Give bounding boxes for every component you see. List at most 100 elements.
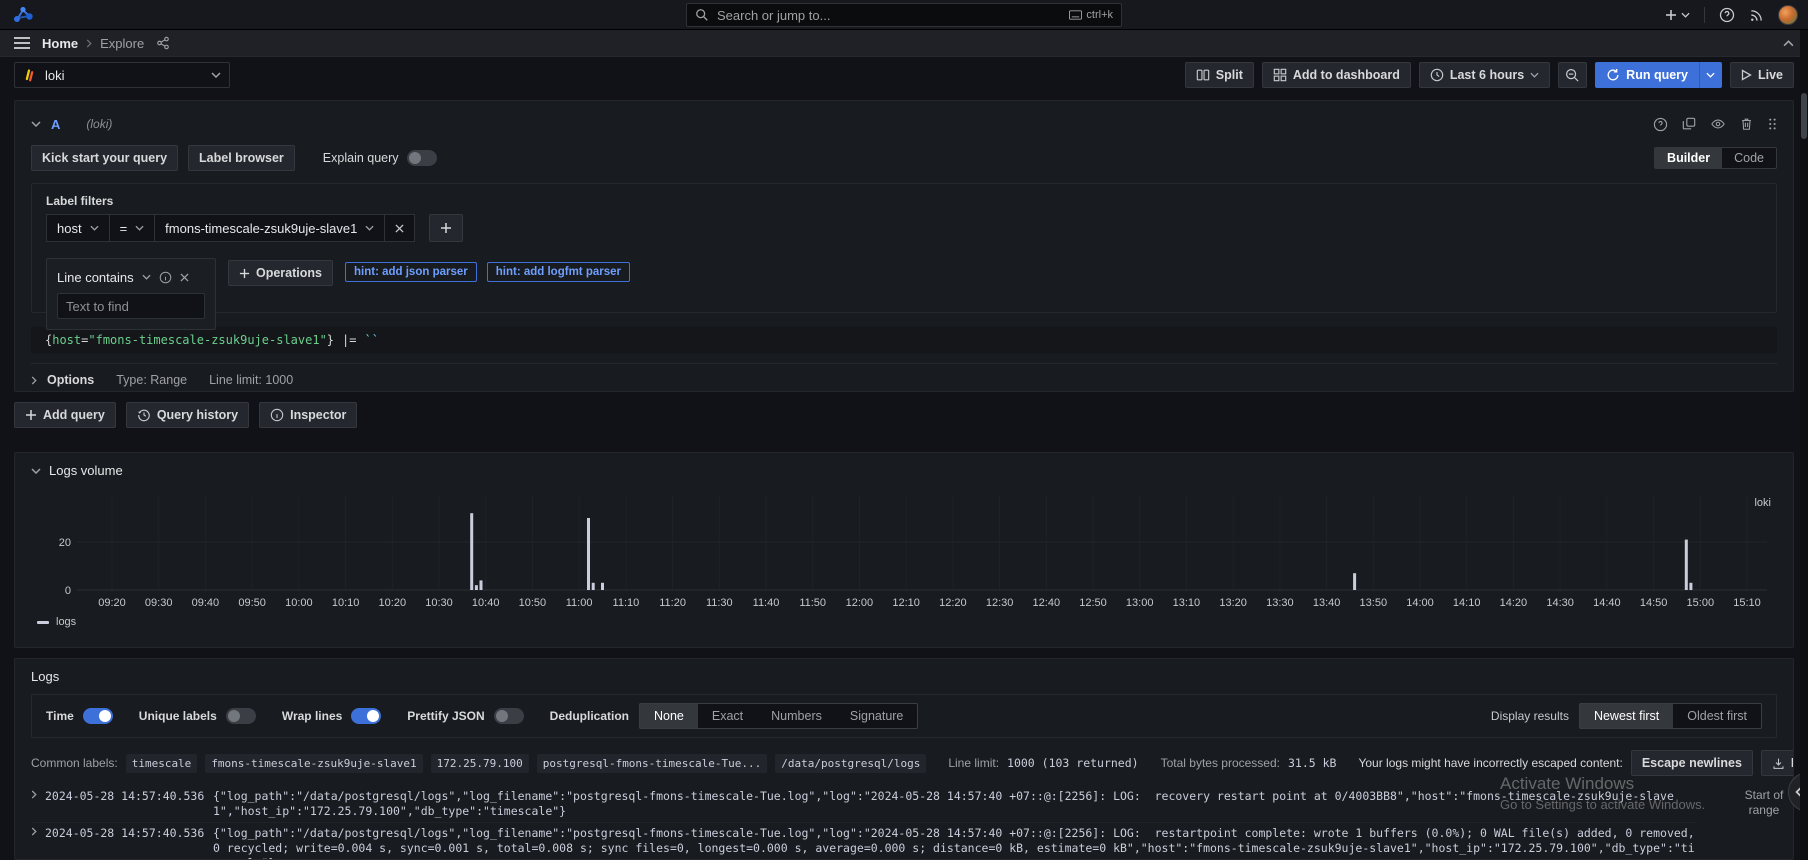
query-help-icon[interactable] (1653, 117, 1668, 132)
escape-newlines-button[interactable]: Escape newlines (1631, 750, 1753, 776)
toggle-switch[interactable] (351, 708, 381, 724)
search-shortcut: ctrl+k (1069, 9, 1113, 21)
bytes-label: Total bytes processed: (1161, 756, 1280, 770)
datasource-picker[interactable]: loki (14, 62, 230, 88)
query-hint-button[interactable]: hint: add json parser (345, 262, 477, 282)
mode-code-tab[interactable]: Code (1722, 148, 1776, 168)
operation-text-input[interactable] (57, 293, 205, 319)
operation-name[interactable]: Line contains (57, 270, 134, 285)
toggle-switch[interactable] (226, 708, 256, 724)
common-label-chip[interactable]: fmons-timescale-zsuk9uje-slave1 (205, 754, 422, 773)
new-menu-button[interactable] (1664, 8, 1690, 22)
query-history-button[interactable]: Query history (126, 402, 249, 428)
common-label-chip[interactable]: /data/postgresql/logs (775, 754, 926, 773)
legend-series-label[interactable]: logs (56, 616, 76, 628)
logs-volume-chart[interactable]: 20009:2009:3009:4009:5010:0010:1010:2010… (31, 484, 1777, 614)
breadcrumb-home[interactable]: Home (42, 36, 78, 51)
add-to-dashboard-button[interactable]: Add to dashboard (1262, 62, 1411, 88)
log-row[interactable]: 2024-05-28 14:57:40.536 {"log_path":"/da… (31, 786, 1697, 822)
help-icon[interactable] (1719, 7, 1735, 23)
add-filter-button[interactable] (429, 214, 463, 242)
remove-operation-icon[interactable] (180, 273, 189, 282)
common-label-chip[interactable]: 172.25.79.100 (431, 754, 529, 773)
explain-query-toggle[interactable] (407, 150, 437, 166)
run-query-button[interactable]: Run query (1595, 62, 1699, 88)
dedup-option[interactable]: Signature (836, 704, 918, 728)
explain-query-label: Explain query (323, 151, 399, 165)
run-query-caret[interactable] (1699, 62, 1722, 88)
loki-logo-icon (23, 68, 37, 83)
user-avatar[interactable] (1778, 5, 1798, 25)
filter-value-select[interactable]: fmons-timescale-zsuk9uje-slave1 (155, 214, 385, 242)
svg-text:12:10: 12:10 (892, 597, 920, 609)
display-option[interactable]: Newest first (1580, 704, 1673, 728)
log-row[interactable]: 2024-05-28 14:57:40.536 {"log_path":"/da… (31, 822, 1697, 860)
svg-text:14:50: 14:50 (1640, 597, 1668, 609)
breadcrumb-bar: Home Explore (0, 30, 1808, 57)
deduplication-label: Deduplication (550, 709, 629, 723)
chevron-up-icon[interactable] (1783, 40, 1794, 47)
duplicate-query-icon[interactable] (1682, 117, 1696, 131)
operations-row: Line contains (46, 258, 1762, 330)
expand-row-chevron-icon[interactable] (31, 790, 37, 799)
inspector-button[interactable]: Inspector (259, 402, 357, 428)
filter-key-select[interactable]: host (46, 214, 110, 242)
search-input[interactable]: Search or jump to... ctrl+k (686, 3, 1122, 27)
page-scrollbar[interactable] (1800, 30, 1808, 860)
grafana-logo-icon[interactable] (12, 4, 34, 26)
dedup-option[interactable]: None (640, 704, 698, 728)
query-hint-button[interactable]: hint: add logfmt parser (487, 262, 630, 282)
options-label[interactable]: Options (47, 373, 94, 387)
chevron-right-icon[interactable] (31, 376, 37, 385)
filter-operator-select[interactable]: = (110, 214, 156, 242)
info-icon[interactable] (159, 271, 172, 284)
display-option[interactable]: Oldest first (1673, 704, 1761, 728)
svg-text:13:20: 13:20 (1219, 597, 1247, 609)
toggle-switch[interactable] (494, 708, 524, 724)
dedup-option[interactable]: Exact (698, 704, 757, 728)
zoom-out-button[interactable] (1558, 62, 1587, 88)
chart-legend[interactable]: logs (31, 616, 1777, 628)
mode-builder-tab[interactable]: Builder (1655, 148, 1722, 168)
toggle-visibility-eye-icon[interactable] (1710, 117, 1726, 131)
toolbar-actions: Split Add to dashboard Last 6 hours (1185, 62, 1794, 88)
toggle-switch[interactable] (83, 708, 113, 724)
remove-filter-button[interactable] (385, 214, 415, 242)
common-label-chip[interactable]: timescale (126, 754, 198, 773)
download-button[interactable]: Download (1761, 750, 1794, 776)
label-filters-title: Label filters (46, 194, 1762, 208)
scrollbar-thumb[interactable] (1801, 93, 1807, 139)
split-button[interactable]: Split (1185, 62, 1254, 88)
chevron-down-icon (135, 225, 144, 231)
logs-panel: Logs Time Unique labels Wrap lines (14, 658, 1794, 860)
news-rss-icon[interactable] (1749, 8, 1764, 23)
expand-row-chevron-icon[interactable] (31, 827, 37, 836)
chevron-down-icon[interactable] (142, 274, 151, 280)
collapse-chevron-icon[interactable] (31, 468, 41, 474)
play-icon (1741, 69, 1752, 81)
collapse-chevron-icon[interactable] (31, 121, 41, 127)
svg-text:10:10: 10:10 (332, 597, 360, 609)
query-datasource-hint: (loki) (86, 117, 112, 131)
add-operations-button[interactable]: Operations (228, 260, 333, 286)
remove-query-trash-icon[interactable] (1740, 117, 1753, 131)
logs-volume-header[interactable]: Logs volume (31, 463, 1777, 478)
menu-hamburger-icon[interactable] (14, 37, 30, 49)
logs-header: Logs (31, 669, 1777, 684)
raw-query-preview: {host="fmons-timescale-zsuk9uje-slave1"}… (31, 327, 1777, 353)
toggle-label: Wrap lines (282, 709, 342, 723)
common-label-chip[interactable]: postgresql-fmons-timescale-Tue... (537, 754, 768, 773)
time-range-picker[interactable]: Last 6 hours (1419, 62, 1550, 88)
add-query-button[interactable]: Add query (14, 402, 116, 428)
run-query-split-button: Run query (1595, 62, 1722, 88)
svg-text:15:00: 15:00 (1687, 597, 1715, 609)
share-icon[interactable] (156, 36, 170, 50)
label-browser-button[interactable]: Label browser (188, 145, 295, 171)
dedup-option[interactable]: Numbers (757, 704, 836, 728)
live-button[interactable]: Live (1730, 62, 1794, 88)
drag-handle-icon[interactable] (1767, 117, 1777, 131)
toggle-label: Unique labels (139, 709, 217, 723)
top-nav-bar: Search or jump to... ctrl+k (0, 0, 1808, 30)
kick-start-button[interactable]: Kick start your query (31, 145, 178, 171)
query-row-header[interactable]: A (loki) (31, 111, 1777, 137)
